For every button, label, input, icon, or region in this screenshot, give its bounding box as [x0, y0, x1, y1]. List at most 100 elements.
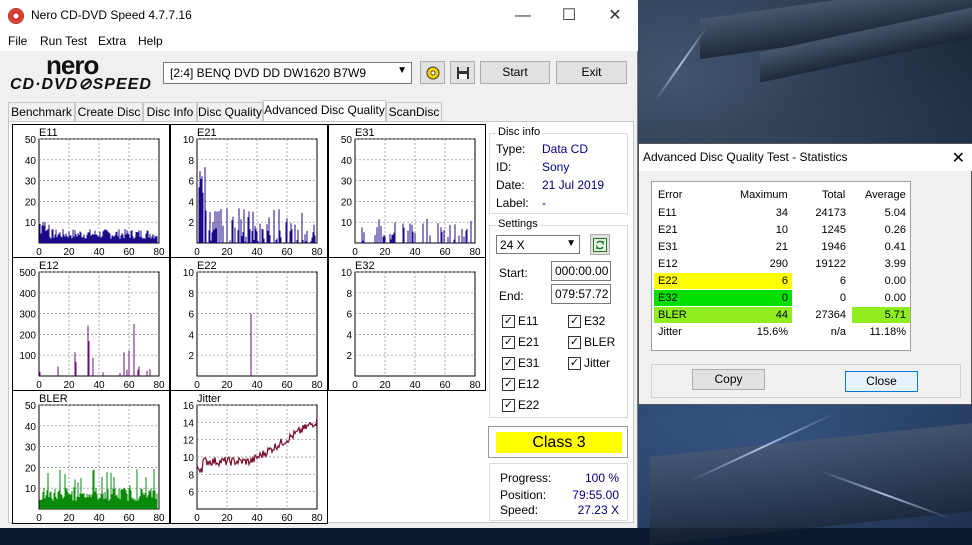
copy-button[interactable]: Copy [692, 369, 765, 390]
drive-eject-button[interactable] [420, 61, 445, 84]
y-tick-label: 50 [25, 401, 37, 412]
x-tick-label: 0 [194, 513, 200, 524]
checkbox-e22[interactable]: ✓ [502, 399, 515, 412]
end-label: End: [499, 289, 524, 303]
tab-advanced-disc-quality[interactable]: Advanced Disc Quality [263, 100, 386, 123]
graph-e12: 500 400 300 200 100 0 20 40 60 80 E12 [12, 257, 170, 391]
y-tick-label: 2 [346, 351, 352, 362]
x-tick-label: 20 [379, 380, 391, 391]
cell-maximum: 44 [728, 307, 792, 323]
y-tick-label: 16 [183, 401, 195, 412]
checkbox-jitter[interactable]: ✓ [568, 357, 581, 370]
menu-extra[interactable]: Extra [98, 34, 126, 48]
close-icon[interactable]: ✕ [952, 148, 965, 168]
tab-create-disc[interactable]: Create Disc [75, 102, 143, 122]
title-bar[interactable]: Nero CD-DVD Speed 4.7.7.16 — ☐ ✕ [0, 0, 638, 31]
progress-value: 100 % [584, 471, 619, 485]
graph-e22-plot: 1086420 20 40 60 80 [183, 268, 323, 391]
speed-select-value: 24 X [500, 238, 525, 252]
y-tick-label: 8 [346, 289, 352, 300]
speed-select[interactable]: 24 X ▼ [496, 235, 580, 254]
save-button[interactable] [450, 61, 475, 84]
y-tick-label: 30 [341, 177, 353, 188]
statistics-title-bar[interactable]: Advanced Disc Quality Test - Statistics … [639, 144, 972, 171]
minimize-button[interactable]: — [500, 0, 546, 31]
cell-maximum: 21 [775, 241, 788, 253]
menu-file[interactable]: File [8, 34, 27, 48]
drive-select[interactable]: [2:4] BENQ DVD DD DW1620 B7W9 ▼ [163, 62, 412, 84]
table-row: E32 0 0 0.00 [652, 290, 912, 306]
y-tick-label: 20 [25, 197, 37, 208]
graph-title: BLER [39, 393, 68, 405]
y-tick-label: 200 [19, 330, 36, 341]
drive-select-value: [2:4] BENQ DVD DD DW1620 B7W9 [170, 66, 367, 80]
graph-title: E31 [355, 127, 375, 139]
x-tick-label: 80 [153, 513, 165, 524]
cell-error: E22 [654, 273, 728, 289]
y-tick-label: 10 [183, 453, 195, 464]
checkbox-e12[interactable]: ✓ [502, 378, 515, 391]
checkbox-bler[interactable]: ✓ [568, 336, 581, 349]
start-time-input[interactable]: 000:00.00 [551, 261, 611, 281]
checkbox-e11-label: E11 [518, 314, 539, 328]
menu-help[interactable]: Help [138, 34, 163, 48]
y-tick-label: 10 [25, 218, 37, 229]
graph-title: E12 [39, 260, 59, 272]
y-tick-label: 300 [19, 310, 36, 321]
y-tick-label: 40 [25, 422, 37, 433]
y-tick-label: 50 [341, 135, 353, 146]
y-tick-label: 4 [188, 330, 194, 341]
close-dialog-button[interactable]: Close [845, 371, 918, 392]
chevron-down-icon: ▼ [566, 238, 576, 249]
cell-maximum: 15.6% [756, 326, 788, 338]
tab-benchmark[interactable]: Benchmark [8, 102, 75, 122]
x-tick-label: 60 [439, 380, 451, 391]
label-value: - [542, 196, 546, 210]
graph-e21: 10 8 6 4 2 0 20 40 60 80 E21 [170, 124, 328, 258]
cell-maximum: 290 [769, 258, 788, 270]
close-button[interactable]: ✕ [592, 0, 638, 31]
x-tick-label: 0 [36, 513, 42, 524]
checkbox-e22-label: E22 [518, 398, 540, 412]
cell-total: 6 [839, 275, 846, 287]
maximize-button[interactable]: ☐ [546, 0, 592, 31]
checkbox-e31-label: E31 [518, 356, 540, 370]
cell-total: n/a [830, 326, 846, 338]
chevron-down-icon: ▼ [397, 65, 407, 76]
cell-average: 11.18% [869, 326, 907, 338]
y-tick-label: 20 [25, 463, 37, 474]
exit-button[interactable]: Exit [556, 61, 627, 84]
type-label: Type: [496, 142, 526, 156]
cell-error: E12 [658, 258, 678, 270]
cell-total: 1946 [821, 241, 846, 253]
id-value: Sony [542, 160, 570, 174]
tab-scandisc[interactable]: ScanDisc [386, 102, 442, 122]
graph-e12-plot: 5004003002001000 20 40 60 80 [19, 268, 165, 391]
tab-disc-info[interactable]: Disc Info [143, 102, 197, 122]
end-time-input[interactable]: 079:57.72 [551, 284, 611, 304]
y-tick-label: 6 [188, 310, 194, 321]
y-tick-label: 6 [188, 177, 194, 188]
x-tick-label: 40 [93, 513, 105, 524]
cell-average: 5.04 [884, 207, 906, 219]
checkbox-e32[interactable]: ✓ [568, 315, 581, 328]
cell-error: E31 [658, 241, 678, 253]
cell-average: 0.26 [884, 224, 906, 236]
graph-e11: 50 40 30 20 10 0 20 40 60 80 E11 [12, 124, 170, 258]
graph-e32: 10 8 6 4 2 0 20 40 60 80 E32 [328, 257, 486, 391]
checkbox-e21[interactable]: ✓ [502, 336, 515, 349]
checkbox-bler-label: BLER [584, 335, 616, 349]
y-tick-label: 4 [346, 330, 352, 341]
start-label: Start: [499, 266, 528, 280]
table-row: E22 6 6 0.00 [652, 273, 912, 289]
tab-disc-quality[interactable]: Disc Quality [197, 102, 263, 122]
cell-total: 1245 [821, 224, 846, 236]
cell-maximum: 34 [775, 207, 788, 219]
y-tick-label: 8 [188, 156, 194, 167]
refresh-speed-button[interactable] [590, 234, 610, 255]
menu-run-test[interactable]: Run Test [40, 34, 87, 48]
start-button[interactable]: Start [480, 61, 550, 84]
checkbox-e11[interactable]: ✓ [502, 315, 515, 328]
statistics-footer: Copy Close [651, 364, 961, 398]
checkbox-e31[interactable]: ✓ [502, 357, 515, 370]
